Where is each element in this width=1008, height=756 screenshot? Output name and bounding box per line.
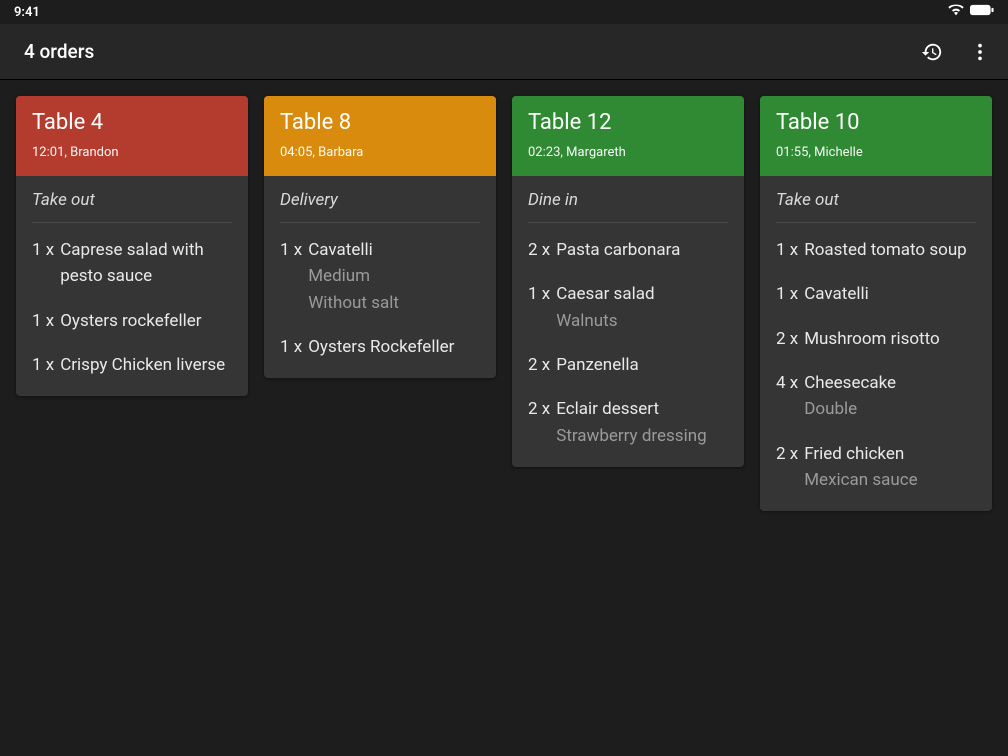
- time-server: 04:05, Barbara: [280, 145, 480, 160]
- item-name: Oysters Rockefeller: [308, 334, 480, 360]
- status-time: 9:41: [14, 5, 40, 20]
- order-type: Dine in: [528, 190, 728, 223]
- item-modifier: Strawberry dressing: [556, 423, 728, 449]
- item-qty: 2 x: [528, 396, 550, 449]
- order-card-body: Delivery1 xCavatelliMediumWithout salt1 …: [264, 176, 496, 378]
- item-qty: 1 x: [776, 237, 798, 263]
- table-name: Table 10: [776, 110, 976, 135]
- item-modifier: Walnuts: [556, 308, 728, 334]
- order-card-header: Table 8 04:05, Barbara: [264, 96, 496, 176]
- order-card-body: Take out 1 x Caprese salad with pesto sauc…: [16, 176, 248, 396]
- item-text: Panzenella: [556, 352, 728, 378]
- item-text: Caprese salad with pesto sauce: [60, 237, 232, 290]
- order-item: 1 x Crispy Chicken liverse: [32, 352, 232, 378]
- item-text: Eclair dessertStrawberry dressing: [556, 396, 728, 449]
- item-name: Cavatelli: [308, 237, 480, 263]
- item-qty: 1 x: [32, 352, 54, 378]
- item-text: Roasted tomato soup: [804, 237, 976, 263]
- item-name: Fried chicken: [804, 441, 976, 467]
- order-item: 1 x Oysters rockefeller: [32, 308, 232, 334]
- history-button[interactable]: [920, 40, 944, 64]
- time-server: 01:55, Michelle: [776, 145, 976, 160]
- orders-board: Table 4 12:01, Brandon Take out 1 x Caprese …: [0, 80, 1008, 527]
- more-button[interactable]: [968, 40, 992, 64]
- order-type: Take out: [32, 190, 232, 223]
- order-card[interactable]: Table 12 02:23, Margareth Dine in 2 x Pasta …: [512, 96, 744, 467]
- item-modifier: Medium: [308, 263, 480, 289]
- item-qty: 2 x: [528, 352, 550, 378]
- item-qty: 1 x: [280, 237, 302, 316]
- item-qty: 1 x: [280, 334, 302, 360]
- order-type: Take out: [776, 190, 976, 223]
- item-text: Oysters rockefeller: [60, 308, 232, 334]
- item-text: CheesecakeDouble: [804, 370, 976, 423]
- order-item: 2 x Pasta carbonara: [528, 237, 728, 263]
- item-name: Cavatelli: [804, 281, 976, 307]
- item-qty: 4 x: [776, 370, 798, 423]
- order-card-body: Dine in 2 x Pasta carbonara 1 x Caesar salad…: [512, 176, 744, 467]
- order-item: 2 x Mushroom risotto: [776, 326, 976, 352]
- page-title: 4 orders: [24, 40, 94, 63]
- order-item: 2 x Panzenella: [528, 352, 728, 378]
- order-type: Delivery: [280, 190, 480, 223]
- table-name: Table 4: [32, 110, 232, 135]
- status-bar: 9:41: [0, 0, 1008, 24]
- order-item: 2 x Fried chickenMexican sauce: [776, 441, 976, 494]
- order-item: 1 x CavatelliMediumWithout salt: [280, 237, 480, 316]
- item-qty: 1 x: [32, 308, 54, 334]
- order-card-header: Table 4 12:01, Brandon: [16, 96, 248, 176]
- item-text: CavatelliMediumWithout salt: [308, 237, 480, 316]
- order-card[interactable]: Table 10 01:55, Michelle Take out 1 x Roaste…: [760, 96, 992, 511]
- item-text: Crispy Chicken liverse: [60, 352, 232, 378]
- order-card-header: Table 10 01:55, Michelle: [760, 96, 992, 176]
- item-qty: 1 x: [776, 281, 798, 307]
- item-qty: 1 x: [528, 281, 550, 334]
- battery-icon: [970, 4, 994, 20]
- item-qty: 2 x: [528, 237, 550, 263]
- item-text: Fried chickenMexican sauce: [804, 441, 976, 494]
- item-name: Panzenella: [556, 352, 728, 378]
- item-text: Pasta carbonara: [556, 237, 728, 263]
- order-item: 1 x Roasted tomato soup: [776, 237, 976, 263]
- order-card-header: Table 12 02:23, Margareth: [512, 96, 744, 176]
- order-item: 1 x Caprese salad with pesto sauce: [32, 237, 232, 290]
- item-name: Cheesecake: [804, 370, 976, 396]
- order-item: 1 x Oysters Rockefeller: [280, 334, 480, 360]
- item-qty: 2 x: [776, 441, 798, 494]
- order-card-body: Take out 1 x Roasted tomato soup 1 x Cavatel…: [760, 176, 992, 511]
- order-card[interactable]: Table 4 12:01, Brandon Take out 1 x Caprese …: [16, 96, 248, 396]
- time-server: 02:23, Margareth: [528, 145, 728, 160]
- table-name: Table 12: [528, 110, 728, 135]
- order-card[interactable]: Table 8 04:05, Barbara Delivery 1 x Cavatell…: [264, 96, 496, 378]
- item-text: Caesar saladWalnuts: [556, 281, 728, 334]
- wifi-icon: [948, 4, 964, 20]
- item-modifier: Mexican sauce: [804, 467, 976, 493]
- order-item: 4 x CheesecakeDouble: [776, 370, 976, 423]
- item-name: Crispy Chicken liverse: [60, 352, 232, 378]
- item-name: Eclair dessert: [556, 396, 728, 422]
- order-item: 1 x Caesar saladWalnuts: [528, 281, 728, 334]
- table-name: Table 8: [280, 110, 480, 135]
- item-text: Oysters Rockefeller: [308, 334, 480, 360]
- item-text: Cavatelli: [804, 281, 976, 307]
- item-name: Mushroom risotto: [804, 326, 976, 352]
- item-qty: 1 x: [32, 237, 54, 290]
- app-bar: 4 orders: [0, 24, 1008, 80]
- item-name: Caesar salad: [556, 281, 728, 307]
- item-text: Mushroom risotto: [804, 326, 976, 352]
- item-name: Oysters rockefeller: [60, 308, 232, 334]
- item-name: Caprese salad with pesto sauce: [60, 237, 232, 290]
- time-server: 12:01, Brandon: [32, 145, 232, 160]
- order-item: 2 x Eclair dessertStrawberry dressing: [528, 396, 728, 449]
- item-modifier: Double: [804, 396, 976, 422]
- item-name: Roasted tomato soup: [804, 237, 976, 263]
- item-name: Pasta carbonara: [556, 237, 728, 263]
- item-modifier: Without salt: [308, 290, 480, 316]
- item-qty: 2 x: [776, 326, 798, 352]
- order-item: 1 x Cavatelli: [776, 281, 976, 307]
